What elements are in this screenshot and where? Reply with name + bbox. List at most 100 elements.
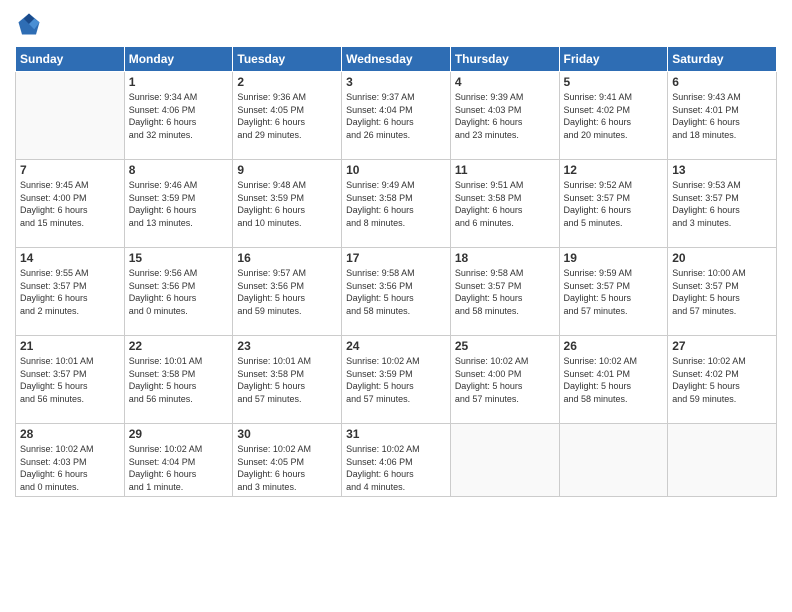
calendar-cell xyxy=(668,424,777,497)
calendar-cell: 3 Sunrise: 9:37 AM Sunset: 4:04 PM Daylig… xyxy=(342,72,451,160)
day-number: 31 xyxy=(346,427,446,441)
calendar-cell: 1 Sunrise: 9:34 AM Sunset: 4:06 PM Daylig… xyxy=(124,72,233,160)
day-info: Sunrise: 10:02 AM Sunset: 4:01 PM Daylig… xyxy=(564,355,664,405)
day-number: 1 xyxy=(129,75,229,89)
calendar-cell: 9 Sunrise: 9:48 AM Sunset: 3:59 PM Daylig… xyxy=(233,160,342,248)
day-info: Sunrise: 10:01 AM Sunset: 3:58 PM Daylig… xyxy=(129,355,229,405)
day-number: 21 xyxy=(20,339,120,353)
day-info: Sunrise: 9:53 AM Sunset: 3:57 PM Dayligh… xyxy=(672,179,772,229)
day-info: Sunrise: 9:36 AM Sunset: 4:05 PM Dayligh… xyxy=(237,91,337,141)
calendar-cell: 28 Sunrise: 10:02 AM Sunset: 4:03 PM Dayl… xyxy=(16,424,125,497)
day-number: 20 xyxy=(672,251,772,265)
week-row-2: 7Sunrise: 9:45 AM Sunset: 4:00 PM Daylig… xyxy=(16,160,777,248)
day-info: Sunrise: 9:39 AM Sunset: 4:03 PM Dayligh… xyxy=(455,91,555,141)
weekday-header-tuesday: Tuesday xyxy=(233,47,342,72)
day-info: Sunrise: 9:55 AM Sunset: 3:57 PM Dayligh… xyxy=(20,267,120,317)
calendar-cell: 25 Sunrise: 10:02 AM Sunset: 4:00 PM Dayl… xyxy=(450,336,559,424)
weekday-header-monday: Monday xyxy=(124,47,233,72)
calendar-cell: 8 Sunrise: 9:46 AM Sunset: 3:59 PM Daylig… xyxy=(124,160,233,248)
day-number: 13 xyxy=(672,163,772,177)
day-number: 29 xyxy=(129,427,229,441)
weekday-header-saturday: Saturday xyxy=(668,47,777,72)
day-number: 8 xyxy=(129,163,229,177)
day-number: 11 xyxy=(455,163,555,177)
day-info: Sunrise: 9:59 AM Sunset: 3:57 PM Dayligh… xyxy=(564,267,664,317)
day-info: Sunrise: 10:00 AM Sunset: 3:57 PM Daylig… xyxy=(672,267,772,317)
weekday-header-sunday: Sunday xyxy=(16,47,125,72)
calendar-cell: 10 Sunrise: 9:49 AM Sunset: 3:58 PM Dayli… xyxy=(342,160,451,248)
day-info: Sunrise: 9:45 AM Sunset: 4:00 PM Dayligh… xyxy=(20,179,120,229)
day-number: 30 xyxy=(237,427,337,441)
calendar-cell: 5Sunrise: 9:41 AM Sunset: 4:02 PM Daylig… xyxy=(559,72,668,160)
day-number: 27 xyxy=(672,339,772,353)
calendar-cell: 29 Sunrise: 10:02 AM Sunset: 4:04 PM Dayl… xyxy=(124,424,233,497)
calendar-cell: 6 Sunrise: 9:43 AM Sunset: 4:01 PM Daylig… xyxy=(668,72,777,160)
day-info: Sunrise: 10:01 AM Sunset: 3:58 PM Daylig… xyxy=(237,355,337,405)
weekday-header-row: SundayMondayTuesdayWednesdayThursdayFrid… xyxy=(16,47,777,72)
calendar-cell xyxy=(559,424,668,497)
weekday-header-friday: Friday xyxy=(559,47,668,72)
day-info: Sunrise: 9:41 AM Sunset: 4:02 PM Dayligh… xyxy=(564,91,664,141)
day-info: Sunrise: 10:02 AM Sunset: 4:00 PM Daylig… xyxy=(455,355,555,405)
header xyxy=(15,10,777,38)
weekday-header-wednesday: Wednesday xyxy=(342,47,451,72)
calendar-cell: 2 Sunrise: 9:36 AM Sunset: 4:05 PM Daylig… xyxy=(233,72,342,160)
day-info: Sunrise: 9:43 AM Sunset: 4:01 PM Dayligh… xyxy=(672,91,772,141)
day-number: 15 xyxy=(129,251,229,265)
day-info: Sunrise: 9:34 AM Sunset: 4:06 PM Dayligh… xyxy=(129,91,229,141)
day-number: 23 xyxy=(237,339,337,353)
day-number: 25 xyxy=(455,339,555,353)
calendar-cell xyxy=(450,424,559,497)
day-info: Sunrise: 9:56 AM Sunset: 3:56 PM Dayligh… xyxy=(129,267,229,317)
week-row-5: 28 Sunrise: 10:02 AM Sunset: 4:03 PM Dayl… xyxy=(16,424,777,497)
day-info: Sunrise: 10:02 AM Sunset: 3:59 PM Daylig… xyxy=(346,355,446,405)
calendar-cell xyxy=(16,72,125,160)
calendar-cell: 27 Sunrise: 10:02 AM Sunset: 4:02 PM Dayl… xyxy=(668,336,777,424)
calendar-cell: 30 Sunrise: 10:02 AM Sunset: 4:05 PM Dayl… xyxy=(233,424,342,497)
calendar-cell: 31Sunrise: 10:02 AM Sunset: 4:06 PM Dayl… xyxy=(342,424,451,497)
calendar-cell: 19Sunrise: 9:59 AM Sunset: 3:57 PM Dayli… xyxy=(559,248,668,336)
calendar-cell: 26Sunrise: 10:02 AM Sunset: 4:01 PM Dayl… xyxy=(559,336,668,424)
day-info: Sunrise: 9:51 AM Sunset: 3:58 PM Dayligh… xyxy=(455,179,555,229)
day-info: Sunrise: 10:02 AM Sunset: 4:04 PM Daylig… xyxy=(129,443,229,493)
calendar-cell: 14 Sunrise: 9:55 AM Sunset: 3:57 PM Dayli… xyxy=(16,248,125,336)
logo xyxy=(15,10,47,38)
weekday-header-thursday: Thursday xyxy=(450,47,559,72)
day-number: 16 xyxy=(237,251,337,265)
day-number: 14 xyxy=(20,251,120,265)
day-number: 9 xyxy=(237,163,337,177)
day-number: 18 xyxy=(455,251,555,265)
day-number: 28 xyxy=(20,427,120,441)
calendar-table: SundayMondayTuesdayWednesdayThursdayFrid… xyxy=(15,46,777,497)
day-info: Sunrise: 10:02 AM Sunset: 4:03 PM Daylig… xyxy=(20,443,120,493)
day-info: Sunrise: 9:46 AM Sunset: 3:59 PM Dayligh… xyxy=(129,179,229,229)
day-number: 17 xyxy=(346,251,446,265)
calendar-cell: 24 Sunrise: 10:02 AM Sunset: 3:59 PM Dayl… xyxy=(342,336,451,424)
calendar-cell: 23 Sunrise: 10:01 AM Sunset: 3:58 PM Dayl… xyxy=(233,336,342,424)
day-info: Sunrise: 9:37 AM Sunset: 4:04 PM Dayligh… xyxy=(346,91,446,141)
calendar-cell: 20 Sunrise: 10:00 AM Sunset: 3:57 PM Dayl… xyxy=(668,248,777,336)
day-number: 2 xyxy=(237,75,337,89)
day-number: 24 xyxy=(346,339,446,353)
day-info: Sunrise: 9:48 AM Sunset: 3:59 PM Dayligh… xyxy=(237,179,337,229)
day-info: Sunrise: 9:52 AM Sunset: 3:57 PM Dayligh… xyxy=(564,179,664,229)
day-info: Sunrise: 10:01 AM Sunset: 3:57 PM Daylig… xyxy=(20,355,120,405)
day-number: 3 xyxy=(346,75,446,89)
calendar-cell: 17 Sunrise: 9:58 AM Sunset: 3:56 PM Dayli… xyxy=(342,248,451,336)
day-info: Sunrise: 10:02 AM Sunset: 4:02 PM Daylig… xyxy=(672,355,772,405)
week-row-3: 14 Sunrise: 9:55 AM Sunset: 3:57 PM Dayli… xyxy=(16,248,777,336)
calendar-cell: 4Sunrise: 9:39 AM Sunset: 4:03 PM Daylig… xyxy=(450,72,559,160)
calendar-cell: 18Sunrise: 9:58 AM Sunset: 3:57 PM Dayli… xyxy=(450,248,559,336)
day-info: Sunrise: 10:02 AM Sunset: 4:05 PM Daylig… xyxy=(237,443,337,493)
day-info: Sunrise: 9:58 AM Sunset: 3:56 PM Dayligh… xyxy=(346,267,446,317)
day-number: 12 xyxy=(564,163,664,177)
day-number: 10 xyxy=(346,163,446,177)
day-info: Sunrise: 9:49 AM Sunset: 3:58 PM Dayligh… xyxy=(346,179,446,229)
calendar-cell: 21 Sunrise: 10:01 AM Sunset: 3:57 PM Dayl… xyxy=(16,336,125,424)
calendar-cell: 16Sunrise: 9:57 AM Sunset: 3:56 PM Dayli… xyxy=(233,248,342,336)
week-row-4: 21 Sunrise: 10:01 AM Sunset: 3:57 PM Dayl… xyxy=(16,336,777,424)
calendar-cell: 12 Sunrise: 9:52 AM Sunset: 3:57 PM Dayli… xyxy=(559,160,668,248)
day-number: 6 xyxy=(672,75,772,89)
calendar-cell: 15 Sunrise: 9:56 AM Sunset: 3:56 PM Dayli… xyxy=(124,248,233,336)
calendar-cell: 7Sunrise: 9:45 AM Sunset: 4:00 PM Daylig… xyxy=(16,160,125,248)
